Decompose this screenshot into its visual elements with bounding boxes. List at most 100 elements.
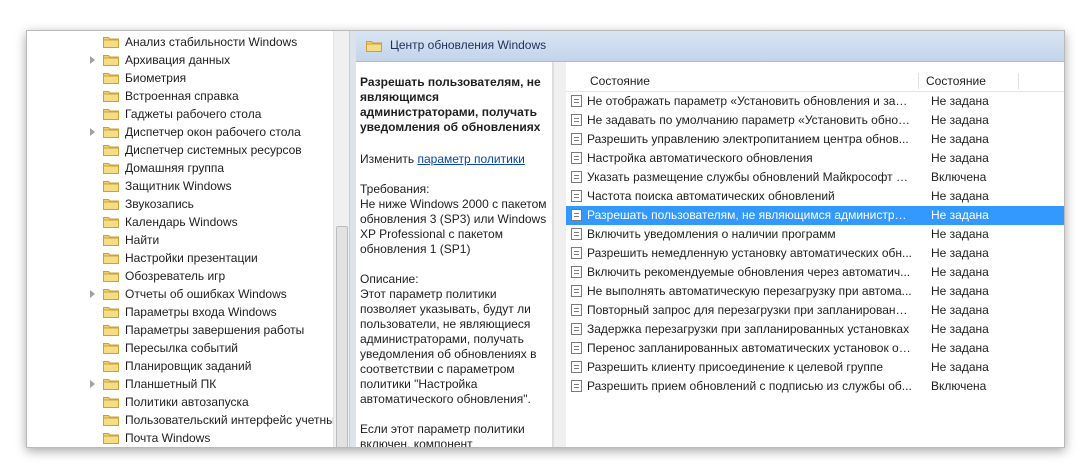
edit-policy-line: Изменить параметр политики	[360, 152, 552, 167]
tree-scrollbar[interactable]	[333, 31, 349, 447]
table-row[interactable]: Разрешить немедленную установку автомати…	[566, 244, 1064, 263]
policy-description-panel: Разрешать пользователям, не являющимся а…	[356, 62, 553, 447]
tree-item[interactable]: Гаджеты рабочего стола	[27, 105, 337, 123]
folder-icon	[103, 181, 119, 192]
table-row[interactable]: Частота поиска автоматических обновлений…	[566, 187, 1064, 206]
tree-item-label: Обозреватель игр	[125, 269, 226, 283]
tree-item[interactable]: Календарь Windows	[27, 213, 337, 231]
tree-item[interactable]: Диспетчер окон рабочего стола	[27, 123, 337, 141]
table-row[interactable]: Не отображать параметр «Установить обнов…	[566, 92, 1064, 111]
description-scrollbar[interactable]	[553, 62, 567, 447]
tree-item-label: Политики автозапуска	[125, 395, 249, 409]
tree-item[interactable]: Анализ стабильности Windows	[27, 33, 337, 51]
tree-item[interactable]: Защитник Windows	[27, 177, 337, 195]
tree-item[interactable]: Диспетчер системных ресурсов	[27, 141, 337, 159]
expand-arrow-icon[interactable]	[90, 290, 95, 298]
folder-icon	[103, 271, 119, 282]
setting-name: Разрешить прием обновлений с подписью из…	[587, 379, 912, 393]
tree-item-label: Пользовательский интерфейс учетны	[125, 413, 335, 427]
tree-item[interactable]: Звукозапись	[27, 195, 337, 213]
tree-item[interactable]: Настройки презентации	[27, 249, 337, 267]
expand-arrow-icon[interactable]	[90, 56, 95, 64]
tree-item-label: Встроенная справка	[125, 89, 239, 103]
tree-item[interactable]: Параметры входа Windows	[27, 303, 337, 321]
folder-icon	[103, 361, 119, 372]
table-row[interactable]: Указать размещение службы обновлений Май…	[566, 168, 1064, 187]
setting-name: Не отображать параметр «Установить обнов…	[587, 94, 912, 108]
folder-icon	[103, 73, 119, 84]
policy-setting-icon	[571, 190, 582, 202]
folder-icon	[103, 37, 119, 48]
tree-item[interactable]: Найти	[27, 231, 337, 249]
edit-policy-link[interactable]: параметр политики	[417, 152, 524, 166]
description-label: Описание:	[360, 272, 419, 286]
policy-setting-icon	[571, 228, 582, 240]
folder-icon	[103, 343, 119, 354]
folder-icon	[103, 109, 119, 120]
table-row-selected[interactable]: Разрешать пользователям, не являющимся а…	[566, 206, 1064, 225]
tree-item[interactable]: Пересылка событий	[27, 339, 337, 357]
setting-name: Не выполнять автоматическую перезагрузку…	[587, 284, 912, 298]
expand-arrow-icon[interactable]	[90, 128, 95, 136]
column-header-state[interactable]: Состояние	[926, 71, 986, 91]
table-row[interactable]: Разрешить прием обновлений с подписью из…	[566, 377, 1064, 396]
tree-item-label: Анализ стабильности Windows	[125, 35, 298, 49]
tree-item[interactable]: Параметры завершения работы	[27, 321, 337, 339]
setting-state: Не задана	[931, 151, 989, 165]
tree-item[interactable]: Планшетный ПК	[27, 375, 337, 393]
tree-item-label: Параметры входа Windows	[125, 305, 277, 319]
folder-icon	[103, 397, 119, 408]
column-header: Состояние Состояние	[566, 71, 1064, 92]
requirements-text: Не ниже Windows 2000 с пакетом обновлени…	[360, 197, 547, 256]
tree-item-label: Найти	[125, 233, 160, 247]
tree-item[interactable]: Политики автозапуска	[27, 393, 337, 411]
edit-policy-prefix: Изменить	[360, 152, 418, 166]
setting-state: Не задана	[931, 208, 989, 222]
policy-setting-icon	[571, 342, 582, 354]
tree-item[interactable]: Планировщик заданий	[27, 357, 337, 375]
requirements-label: Требования:	[360, 182, 430, 196]
setting-state: Не задана	[931, 189, 989, 203]
tree-item[interactable]: Биометрия	[27, 69, 337, 87]
setting-name: Перенос запланированных автоматических у…	[587, 341, 912, 355]
setting-name: Повторный запрос для перезагрузки при за…	[587, 303, 912, 317]
policy-setting-icon	[571, 95, 582, 107]
setting-state: Не задана	[931, 360, 989, 374]
tree-item[interactable]: Обозреватель игр	[27, 267, 337, 285]
tree-item-label: Почта Windows	[125, 431, 211, 445]
folder-icon	[103, 433, 119, 444]
tree-item[interactable]: Пользовательский интерфейс учетны	[27, 411, 337, 429]
column-separator[interactable]	[918, 73, 919, 89]
folder-icon	[103, 289, 119, 300]
setting-name: Разрешить клиенту присоединение к целево…	[587, 360, 884, 374]
table-row[interactable]: Включить рекомендуемые обновления через …	[566, 263, 1064, 282]
policy-setting-icon	[571, 152, 582, 164]
folder-icon	[103, 217, 119, 228]
settings-list: Состояние Состояние Не отображать параме…	[566, 62, 1064, 447]
tree-item[interactable]: Архивация данных	[27, 51, 337, 69]
expand-arrow-icon[interactable]	[90, 380, 95, 388]
table-row[interactable]: Разрешить клиенту присоединение к целево…	[566, 358, 1064, 377]
setting-name: Разрешить немедленную установку автомати…	[587, 246, 912, 260]
column-header-name[interactable]: Состояние	[590, 71, 650, 91]
tree-item[interactable]: Встроенная справка	[27, 87, 337, 105]
table-row[interactable]: Повторный запрос для перезагрузки при за…	[566, 301, 1064, 320]
table-row[interactable]: Включить уведомления о наличии программ Н…	[566, 225, 1064, 244]
policy-setting-icon	[571, 304, 582, 316]
policy-title: Разрешать пользователям, не являющимся а…	[360, 75, 541, 134]
table-row[interactable]: Настройка автоматического обновления Не з…	[566, 149, 1064, 168]
table-row[interactable]: Задержка перезагрузки при запланированны…	[566, 320, 1064, 339]
policy-tree: Анализ стабильности Windows Архивация дан…	[27, 31, 349, 447]
table-row[interactable]: Не задавать по умолчанию параметр «Устан…	[566, 111, 1064, 130]
table-row[interactable]: Перенос запланированных автоматических у…	[566, 339, 1064, 358]
tree-item-label: Отчеты об ошибках Windows	[125, 287, 287, 301]
tree-item-label: Настройки презентации	[125, 251, 258, 265]
table-row[interactable]: Не выполнять автоматическую перезагрузку…	[566, 282, 1064, 301]
tree-scrollbar-thumb[interactable]	[336, 226, 348, 447]
table-row[interactable]: Разрешить управлению электропитанием цен…	[566, 130, 1064, 149]
tree-item[interactable]: Почта Windows	[27, 429, 337, 447]
column-separator[interactable]	[1018, 73, 1019, 89]
tree-item[interactable]: Домашняя группа	[27, 159, 337, 177]
setting-name: Включить рекомендуемые обновления через …	[587, 265, 911, 279]
tree-item[interactable]: Отчеты об ошибках Windows	[27, 285, 337, 303]
